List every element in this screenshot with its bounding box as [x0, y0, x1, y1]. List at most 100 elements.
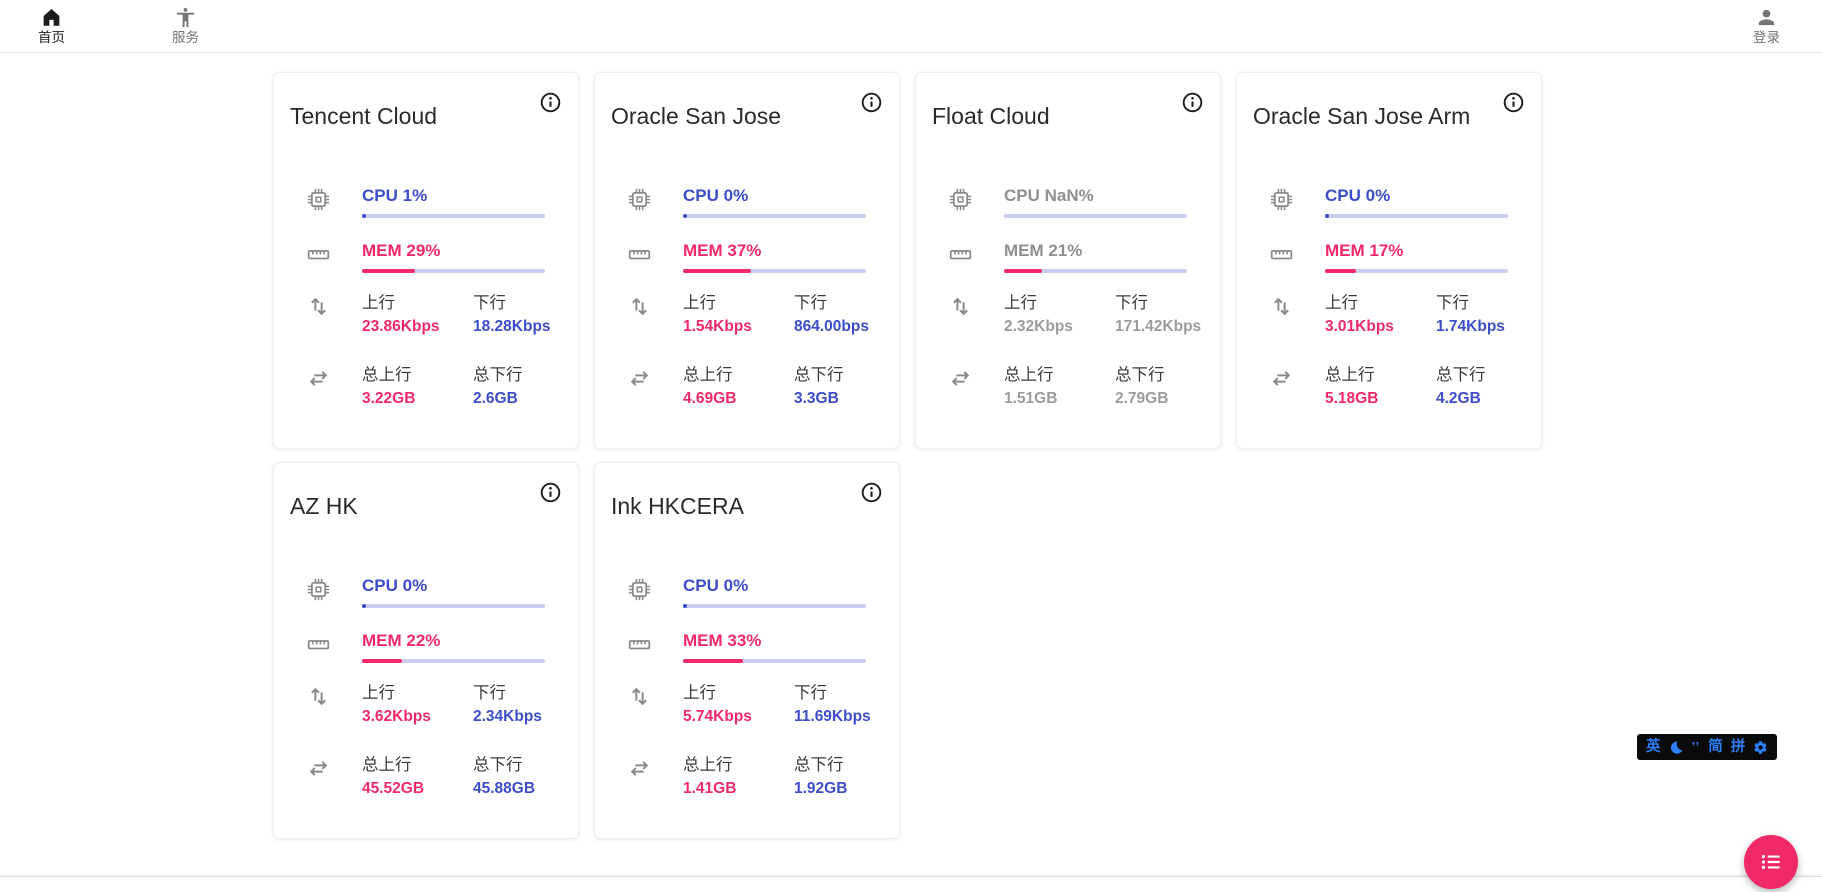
- swap-vertical-icon: [306, 684, 331, 709]
- info-icon: [1502, 91, 1525, 114]
- ime-language-toggle[interactable]: 英: [1646, 734, 1661, 760]
- upload-label: 上行: [1325, 293, 1436, 313]
- server-card: AZ HK CPU 0%: [273, 462, 579, 839]
- total-download-label: 总下行: [1436, 365, 1508, 385]
- total-download-value: 1.92GB: [794, 780, 866, 798]
- upload-value: 23.86Kbps: [362, 318, 473, 336]
- server-name: Oracle San Jose: [611, 103, 781, 130]
- swap-horizontal-icon: [1269, 366, 1294, 391]
- network-speed-row: 上行 1.54Kbps 下行 864.00bps: [595, 293, 866, 336]
- download-label: 下行: [794, 683, 871, 703]
- mem-usage-text: MEM 21%: [1004, 241, 1187, 261]
- mem-progress-track: [362, 269, 545, 273]
- total-download-value: 2.6GB: [473, 390, 545, 408]
- total-upload-value: 45.52GB: [362, 780, 473, 798]
- total-upload-value: 4.69GB: [683, 390, 794, 408]
- cpu-progress-track: [362, 604, 545, 608]
- upload-value: 5.74Kbps: [683, 708, 794, 726]
- download-value: 2.34Kbps: [473, 708, 545, 726]
- total-upload-value: 1.41GB: [683, 780, 794, 798]
- info-icon: [1181, 91, 1204, 114]
- info-icon: [860, 91, 883, 114]
- ime-simplified-toggle[interactable]: 简: [1708, 734, 1723, 760]
- info-button[interactable]: [1181, 91, 1204, 114]
- top-navigation-bar: 首页 服务 登录: [0, 0, 1822, 53]
- server-card: Tencent Cloud CPU 1%: [273, 72, 579, 449]
- total-download-label: 总下行: [1115, 365, 1187, 385]
- cpu-progress-track: [683, 604, 866, 608]
- total-traffic-row: 总上行 5.18GB 总下行 4.2GB: [1237, 365, 1508, 408]
- total-download-label: 总下行: [473, 755, 545, 775]
- swap-vertical-icon: [627, 294, 652, 319]
- list-icon: [1758, 849, 1784, 875]
- memory-ruler-icon: [1269, 242, 1294, 267]
- nav-item-login[interactable]: 登录: [1753, 6, 1780, 45]
- info-button[interactable]: [860, 91, 883, 114]
- total-upload-label: 总上行: [362, 755, 473, 775]
- mem-progress-track: [362, 659, 545, 663]
- mem-progress-track: [683, 269, 866, 273]
- total-upload-label: 总上行: [362, 365, 473, 385]
- upload-label: 上行: [1004, 293, 1115, 313]
- info-button[interactable]: [539, 481, 562, 504]
- cpu-progress-track: [683, 214, 866, 218]
- total-traffic-row: 总上行 4.69GB 总下行 3.3GB: [595, 365, 866, 408]
- home-icon: [40, 6, 63, 29]
- total-traffic-row: 总上行 3.22GB 总下行 2.6GB: [274, 365, 545, 408]
- memory-ruler-icon: [306, 632, 331, 657]
- network-speed-row: 上行 3.01Kbps 下行 1.74Kbps: [1237, 293, 1508, 336]
- total-upload-value: 3.22GB: [362, 390, 473, 408]
- total-upload-value: 1.51GB: [1004, 390, 1115, 408]
- cpu-usage-text: CPU 0%: [1325, 186, 1508, 206]
- nav-login-label: 登录: [1753, 30, 1780, 45]
- swap-vertical-icon: [306, 294, 331, 319]
- total-download-value: 45.88GB: [473, 780, 545, 798]
- ime-pinyin-toggle[interactable]: 拼: [1731, 734, 1746, 760]
- server-name: Oracle San Jose Arm: [1253, 103, 1470, 130]
- swap-horizontal-icon: [306, 756, 331, 781]
- swap-vertical-icon: [627, 684, 652, 709]
- nav-item-services[interactable]: 服务: [172, 6, 199, 45]
- memory-ruler-icon: [627, 242, 652, 267]
- server-name: Tencent Cloud: [290, 103, 437, 130]
- network-speed-row: 上行 3.62Kbps 下行 2.34Kbps: [274, 683, 545, 726]
- cpu-row: CPU 1%: [274, 186, 545, 218]
- total-download-value: 4.2GB: [1436, 390, 1508, 408]
- swap-vertical-icon: [948, 294, 973, 319]
- gear-icon[interactable]: [1753, 740, 1768, 755]
- download-value: 864.00bps: [794, 318, 869, 336]
- info-button[interactable]: [860, 481, 883, 504]
- cpu-chip-icon: [627, 577, 652, 602]
- upload-label: 上行: [362, 293, 473, 313]
- mem-usage-text: MEM 37%: [683, 241, 866, 261]
- memory-ruler-icon: [627, 632, 652, 657]
- accessibility-person-icon: [174, 6, 197, 29]
- cpu-progress-fill: [1325, 214, 1329, 218]
- swap-horizontal-icon: [627, 366, 652, 391]
- cpu-usage-text: CPU 0%: [683, 186, 866, 206]
- info-button[interactable]: [539, 91, 562, 114]
- info-button[interactable]: [1502, 91, 1525, 114]
- cpu-progress-track: [362, 214, 545, 218]
- mem-usage-text: MEM 33%: [683, 631, 866, 651]
- swap-horizontal-icon: [627, 756, 652, 781]
- mem-usage-text: MEM 22%: [362, 631, 545, 651]
- memory-ruler-icon: [306, 242, 331, 267]
- cpu-row: CPU 0%: [595, 576, 866, 608]
- info-icon: [860, 481, 883, 504]
- moon-icon[interactable]: [1669, 740, 1684, 755]
- total-download-label: 总下行: [794, 755, 866, 775]
- total-upload-label: 总上行: [1004, 365, 1115, 385]
- server-name: AZ HK: [290, 493, 358, 520]
- cpu-chip-icon: [306, 577, 331, 602]
- ime-punctuation-toggle[interactable]: ’’: [1692, 734, 1701, 760]
- server-list-fab[interactable]: [1744, 835, 1798, 889]
- mem-progress-fill: [683, 269, 751, 273]
- total-upload-label: 总上行: [683, 755, 794, 775]
- mem-progress-track: [683, 659, 866, 663]
- download-label: 下行: [1115, 293, 1201, 313]
- upload-value: 3.01Kbps: [1325, 318, 1436, 336]
- nav-item-home[interactable]: 首页: [38, 6, 65, 45]
- mem-row: MEM 17%: [1237, 241, 1508, 273]
- upload-label: 上行: [683, 293, 794, 313]
